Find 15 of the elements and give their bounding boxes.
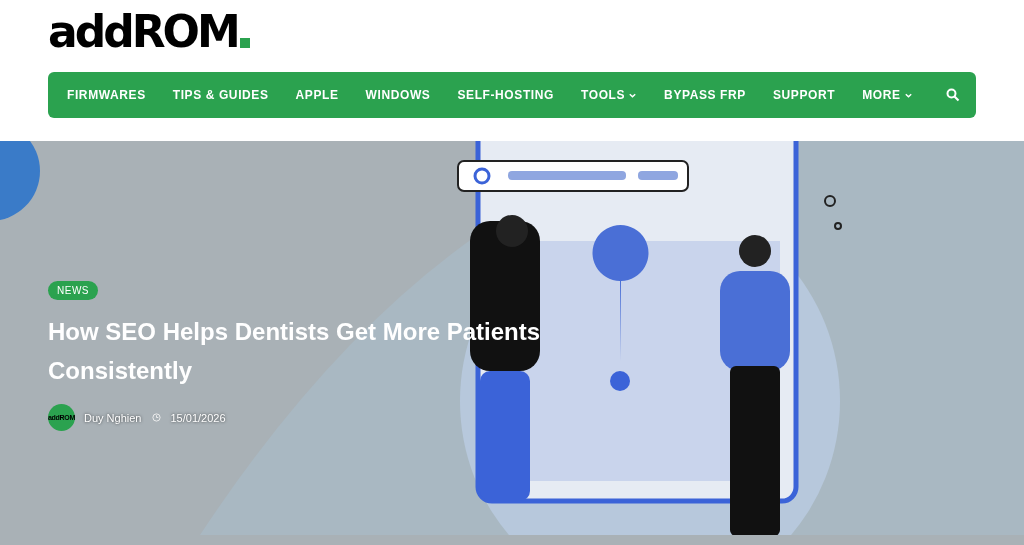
nav-link[interactable]: TIPS & GUIDES xyxy=(172,88,269,102)
post-date: 15/01/2026 xyxy=(170,411,226,424)
search-icon xyxy=(945,88,960,102)
nav-link[interactable]: FIRMWARES xyxy=(67,88,146,102)
site-logo[interactable]: addROM xyxy=(48,10,976,54)
clock-icon xyxy=(152,413,162,422)
author-name[interactable]: Duy Nghien xyxy=(84,411,142,424)
nav-link[interactable]: APPLE xyxy=(295,88,339,102)
category-tag[interactable]: NEWS xyxy=(48,281,98,300)
nav-link[interactable]: WINDOWS xyxy=(365,88,431,102)
nav-link[interactable]: SUPPORT xyxy=(772,88,836,102)
nav-link[interactable]: MORE xyxy=(862,88,913,102)
nav-link[interactable]: TOOLS xyxy=(581,88,638,102)
nav-link[interactable]: BYPASS FRP xyxy=(664,88,746,102)
nav-link[interactable]: SELF-HOSTING xyxy=(457,88,554,102)
